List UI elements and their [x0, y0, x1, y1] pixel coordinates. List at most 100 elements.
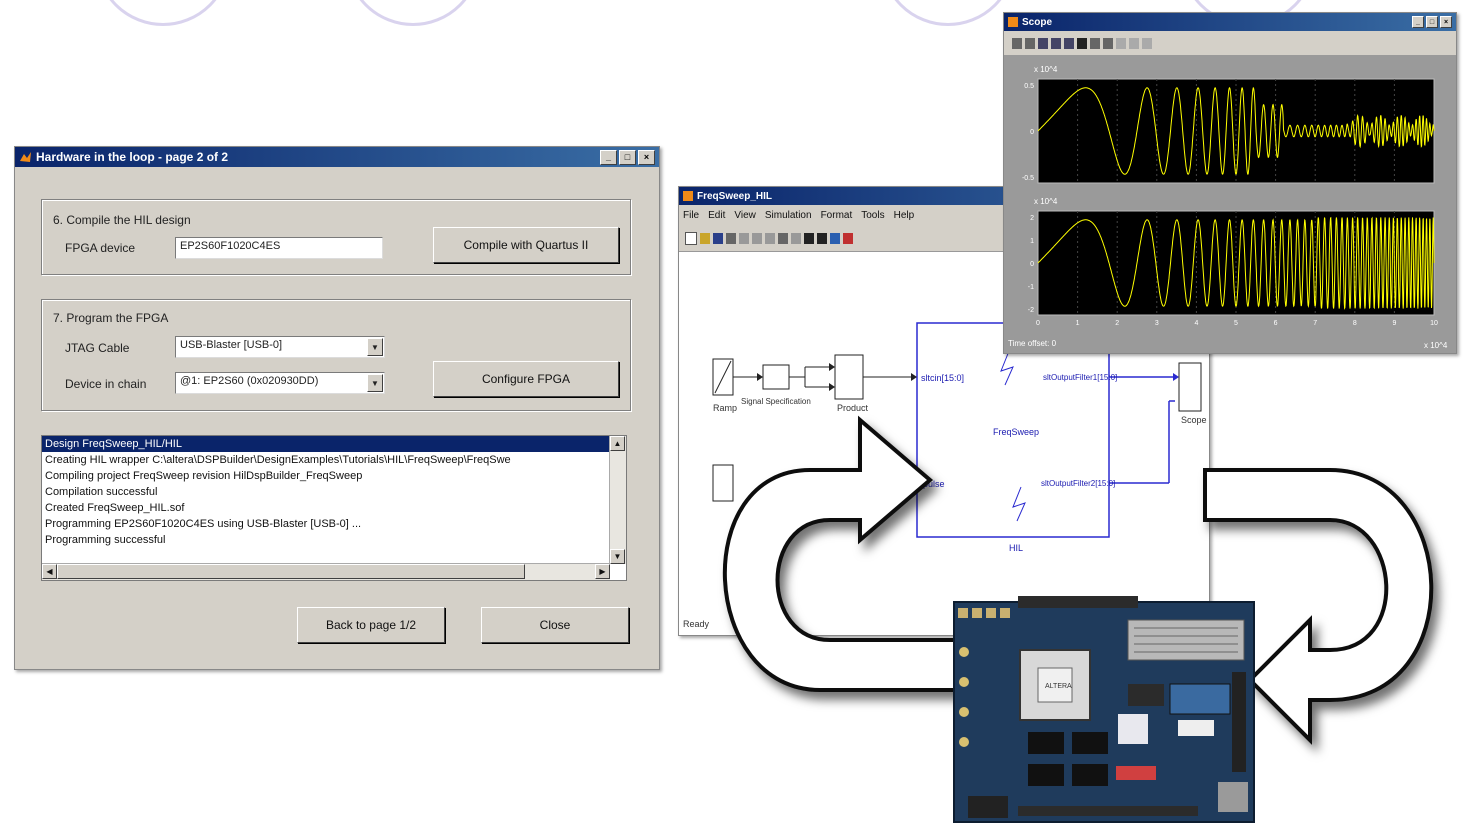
scroll-left-icon[interactable]: ◀ [42, 564, 57, 579]
x-tick-label: 2 [1115, 320, 1119, 327]
y-tick-label: 0 [1030, 261, 1034, 268]
fpga-device-field[interactable]: EP2S60F1020C4ES [175, 237, 383, 259]
y-tick-label: 2 [1030, 215, 1034, 222]
program-section-label: 7. Program the FPGA [53, 311, 169, 325]
menu-tools[interactable]: Tools [861, 210, 884, 221]
dropdown-arrow-icon[interactable]: ▼ [367, 374, 383, 392]
device-in-chain-label: Device in chain [65, 377, 147, 391]
y-tick-label: -0.5 [1022, 175, 1034, 182]
log-line[interactable]: Creating HIL wrapper C:\altera\DSPBuilde… [42, 452, 626, 468]
scope-titlebar[interactable]: Scope _ □ × [1004, 13, 1456, 31]
run-icon[interactable] [804, 232, 814, 244]
menu-file[interactable]: File [683, 210, 699, 221]
back-to-page-1-button[interactable]: Back to page 1/2 [297, 607, 445, 643]
lock-axes-icon[interactable] [1129, 37, 1139, 49]
x-tick-label: 9 [1392, 320, 1396, 327]
scroll-down-icon[interactable]: ▼ [610, 549, 625, 564]
cut-icon[interactable] [739, 232, 749, 244]
floating-scope-icon[interactable] [1116, 37, 1126, 49]
signal-selection-icon[interactable] [1142, 37, 1152, 49]
x-tick-label: 7 [1313, 320, 1317, 327]
scope-app-icon [1008, 17, 1018, 27]
x-tick-label: 4 [1194, 320, 1198, 327]
jtag-cable-label: JTAG Cable [65, 341, 130, 355]
horizontal-scrollbar[interactable]: ◀ ▶ [42, 563, 610, 580]
scope-block-label: Scope [1181, 415, 1207, 425]
scope-close-button[interactable]: × [1440, 16, 1452, 28]
close-window-button[interactable]: × [638, 149, 655, 165]
restore-axes-icon[interactable] [1103, 37, 1113, 49]
hil-dialog-window: Hardware in the loop - page 2 of 2 _ □ ×… [14, 146, 660, 670]
print-icon[interactable] [726, 232, 736, 244]
decorative-circle [345, 0, 481, 26]
scroll-up-icon[interactable]: ▲ [610, 436, 625, 451]
menu-simulation[interactable]: Simulation [765, 210, 812, 221]
redo-icon[interactable] [791, 232, 801, 244]
log-listbox[interactable]: Design FreqSweep_HIL/HIL Creating HIL wr… [41, 435, 627, 581]
log-line[interactable]: Compilation successful [42, 484, 626, 500]
x-tick-label: 5 [1234, 320, 1238, 327]
log-line[interactable]: Programming successful [42, 532, 626, 548]
scope-minimize-button[interactable]: _ [1412, 16, 1424, 28]
y-tick-label: 0.5 [1024, 83, 1034, 90]
ramp-block-label: Ramp [713, 403, 738, 413]
simulink-title: FreqSweep_HIL [697, 190, 773, 202]
dropdown-arrow-icon[interactable]: ▼ [367, 338, 383, 356]
open-icon[interactable] [700, 232, 710, 244]
autoscale-icon[interactable] [1077, 37, 1087, 49]
log-line[interactable]: Design FreqSweep_HIL/HIL [42, 436, 610, 452]
compile-section-label: 6. Compile the HIL design [53, 213, 191, 227]
scroll-right-icon[interactable]: ▶ [595, 564, 610, 579]
scope-maximize-button[interactable]: □ [1426, 16, 1438, 28]
debug-icon[interactable] [843, 232, 853, 244]
vertical-scrollbar[interactable]: ▲ ▼ [609, 436, 626, 564]
log-line[interactable]: Programming EP2S60F1020C4ES using USB-Bl… [42, 516, 626, 532]
minimize-button[interactable]: _ [600, 149, 617, 165]
configure-fpga-button[interactable]: Configure FPGA [433, 361, 619, 397]
hil-block-label: HIL [1009, 543, 1024, 553]
menu-view[interactable]: View [734, 210, 756, 221]
x-tick-label: 6 [1274, 320, 1278, 327]
parameters-icon[interactable] [1025, 37, 1035, 49]
x-tick-label: 10 [1430, 320, 1438, 327]
scope-title: Scope [1022, 16, 1053, 28]
compile-button[interactable]: Compile with Quartus II [433, 227, 619, 263]
device-in-chain-select[interactable]: @1: EP2S60 (0x020930DD) ▼ [175, 372, 385, 394]
scroll-thumb[interactable] [57, 564, 525, 579]
save-icon[interactable] [713, 232, 723, 244]
fpga-chip-label: ALTERA [1045, 683, 1072, 690]
device-in-chain-value: @1: EP2S60 (0x020930DD) [180, 375, 319, 387]
scope-toolbar [1004, 31, 1456, 55]
print-icon[interactable] [1012, 37, 1022, 49]
menu-edit[interactable]: Edit [708, 210, 725, 221]
fpga-device-label: FPGA device [65, 241, 136, 255]
hil-pulse-port-label: pulse [923, 479, 945, 489]
save-axes-icon[interactable] [1090, 37, 1100, 49]
stop-icon[interactable] [817, 232, 827, 244]
hil-output-port-bottom: sltOutputFilter2[15:0] [1041, 479, 1116, 488]
hil-block-name: FreqSweep [993, 427, 1040, 437]
paste-icon[interactable] [765, 232, 775, 244]
hil-dialog-titlebar[interactable]: Hardware in the loop - page 2 of 2 _ □ × [15, 147, 659, 167]
close-button[interactable]: Close [481, 607, 629, 643]
x-tick-label: 3 [1155, 320, 1159, 327]
maximize-button[interactable]: □ [619, 149, 636, 165]
menu-format[interactable]: Format [821, 210, 853, 221]
jtag-cable-value: USB-Blaster [USB-0] [180, 339, 283, 351]
jtag-cable-select[interactable]: USB-Blaster [USB-0] ▼ [175, 336, 385, 358]
signal-spec-block-label: Signal Specification [741, 397, 811, 406]
menu-help[interactable]: Help [894, 210, 915, 221]
scope-plots: 0.50-0.5210-1-20 1 2 3 4 5 6 7 8 9 10 [1022, 78, 1438, 327]
fpga-board-image: ALTERA [953, 596, 1255, 823]
library-icon[interactable] [830, 232, 840, 244]
log-line[interactable]: Created FreqSweep_HIL.sof [42, 500, 626, 516]
new-icon[interactable] [685, 231, 697, 245]
zoom-x-icon[interactable] [1051, 37, 1061, 49]
product-block-label: Product [837, 403, 869, 413]
zoom-icon[interactable] [1038, 37, 1048, 49]
log-line[interactable]: Compiling project FreqSweep revision Hil… [42, 468, 626, 484]
zoom-y-icon[interactable] [1064, 37, 1074, 49]
copy-icon[interactable] [752, 232, 762, 244]
x-tick-label: 8 [1353, 320, 1357, 327]
undo-icon[interactable] [778, 232, 788, 244]
